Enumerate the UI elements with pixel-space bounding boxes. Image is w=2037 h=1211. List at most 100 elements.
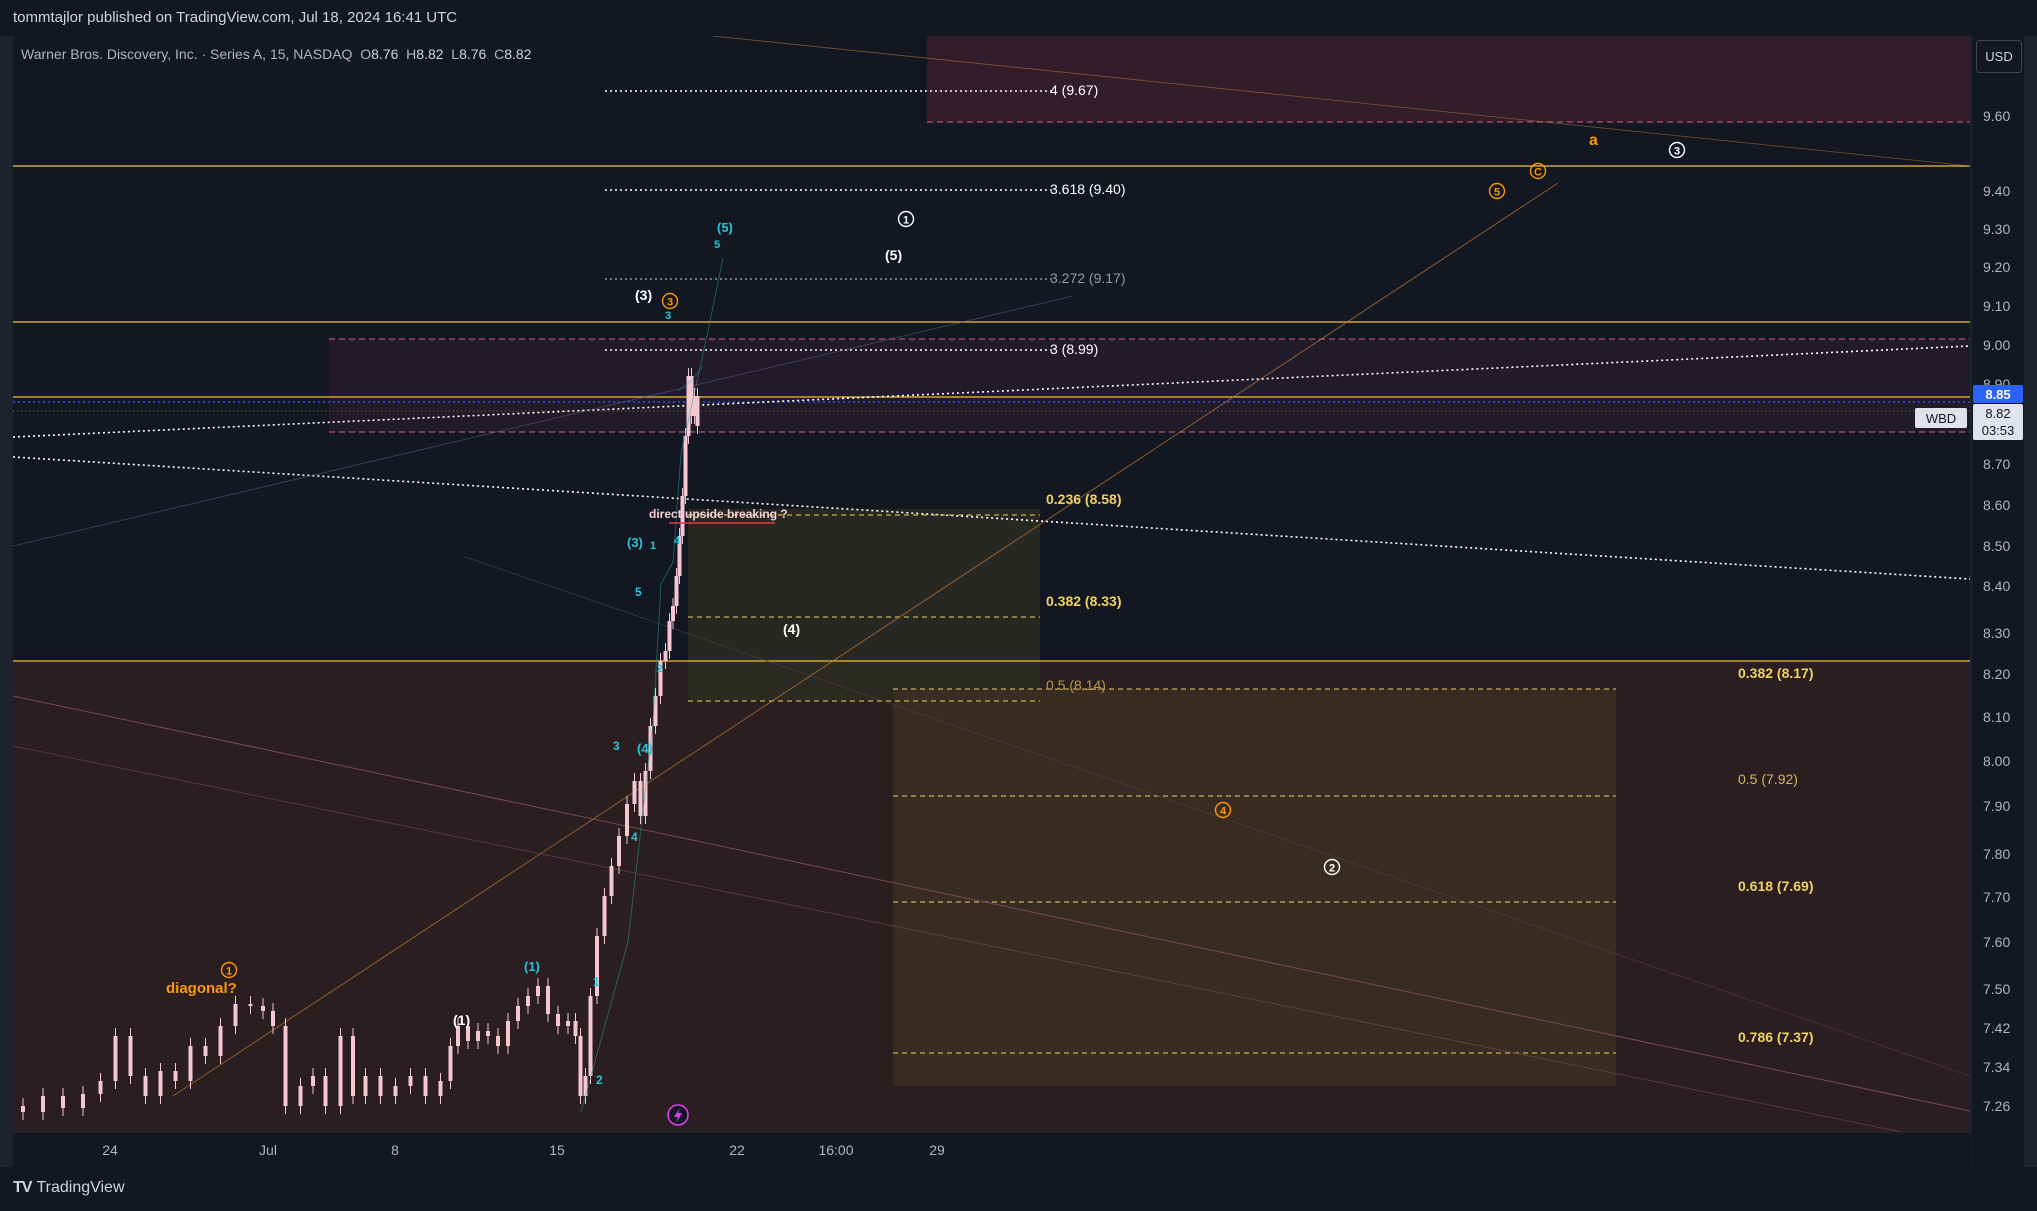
candle-body <box>143 1076 148 1096</box>
candle-body <box>546 986 550 1014</box>
symbol-name: Warner Bros. Discovery, Inc. · Series A,… <box>21 46 353 62</box>
price-tick: 8.60 <box>1983 497 2010 513</box>
candle-body <box>578 1036 583 1096</box>
candle-body <box>438 1081 443 1096</box>
candle-body <box>638 781 643 816</box>
wave-label-cyan-p4: (4) <box>637 741 653 756</box>
candle-body <box>81 1094 85 1108</box>
wave-label-orange-5: 5 <box>1494 187 1500 199</box>
candle-body <box>671 606 675 621</box>
wave-label-cyan-minor-4: 4 <box>674 535 681 547</box>
high-value: 8.82 <box>416 46 444 62</box>
wave-label-orange-4: 4 <box>1220 806 1227 818</box>
resistance-zone <box>329 339 1970 432</box>
candle-body <box>233 1004 238 1026</box>
price-tick: 9.10 <box>1983 298 2010 314</box>
candle-body <box>271 1011 275 1026</box>
published-by-text: tommtajlor published on TradingView.com,… <box>13 9 458 26</box>
candle-body <box>588 996 593 1076</box>
fib-ret-label: 0.618 (7.69) <box>1738 878 1814 894</box>
candle-body <box>466 1026 470 1041</box>
publish-header: tommtajlor published on TradingView.com,… <box>0 0 2037 36</box>
candle-body <box>98 1081 103 1094</box>
candle-body <box>21 1106 25 1112</box>
wave-label-white-p1: (1) <box>453 1012 470 1028</box>
time-tick: 15 <box>549 1142 565 1158</box>
fib-retracement-box-1 <box>688 509 1040 701</box>
wave-label-white-p5: (5) <box>885 247 902 263</box>
time-tick: 29 <box>929 1142 945 1158</box>
price-tick: 7.70 <box>1983 889 2010 905</box>
candle-body <box>351 1036 355 1096</box>
candle-body <box>496 1036 500 1046</box>
time-tick: 8 <box>391 1142 399 1158</box>
wave-label-white-2: 2 <box>1329 863 1335 875</box>
wave-label-white-p4: (4) <box>783 621 800 637</box>
price-tick: 9.40 <box>1983 183 2010 199</box>
price-tick: 7.90 <box>1983 798 2010 814</box>
time-axis <box>13 1132 1971 1167</box>
price-tick: 9.00 <box>1983 337 2010 353</box>
candle-body <box>617 836 621 866</box>
candle-body <box>456 1026 460 1046</box>
tradingview-logo[interactable]: TV TradingView <box>13 1179 125 1197</box>
wave-label-white-p3: (3) <box>635 287 652 303</box>
wave-label-cyan-3: 3 <box>613 739 620 753</box>
wave-label-cyan-minor-1: 1 <box>650 540 656 552</box>
price-tick: 7.34 <box>1983 1059 2010 1075</box>
bar-countdown: 03:53 <box>1982 423 2015 438</box>
candle-body <box>41 1096 45 1112</box>
candle-body <box>203 1046 208 1056</box>
diagonal-note: diagonal? <box>166 980 237 997</box>
candle-body <box>113 1036 118 1081</box>
fib-ret-label: 0.382 (8.33) <box>1046 593 1122 609</box>
candle-body <box>261 1006 265 1011</box>
symbol-tag: WBD <box>1926 411 1956 426</box>
wave-label-cyan-4: 4 <box>631 830 638 844</box>
fib-ret-label: 0.236 (8.58) <box>1046 491 1122 507</box>
symbol-legend: Warner Bros. Discovery, Inc. · Series A,… <box>21 46 532 62</box>
candle-body <box>128 1036 133 1076</box>
candle-body <box>323 1076 328 1106</box>
fib-ret-label: 0.382 (8.17) <box>1738 665 1814 681</box>
wave-label-orange-1: 1 <box>226 966 232 978</box>
fib-retracement-box-2 <box>893 689 1616 1086</box>
candle-body <box>158 1071 163 1096</box>
candle-body <box>311 1076 315 1086</box>
candle-body <box>61 1096 65 1108</box>
wave-label-orange-c: C <box>1534 167 1542 179</box>
price-axis <box>1971 36 2024 1167</box>
candle-body <box>378 1076 383 1096</box>
candle-body <box>486 1031 490 1036</box>
time-tick: 24 <box>102 1142 118 1158</box>
price-tick: 8.00 <box>1983 753 2010 769</box>
current-price-value: 8.82 <box>1985 406 2010 421</box>
candle-body <box>408 1076 413 1086</box>
wave-label-cyan-5: 5 <box>635 585 642 599</box>
candle-body <box>526 996 530 1006</box>
candle-body <box>423 1076 428 1096</box>
wave-label-cyan-p1: (1) <box>524 959 540 974</box>
candle-body <box>188 1046 193 1081</box>
candle-body <box>674 576 679 606</box>
high-label: H <box>406 46 417 62</box>
fib-ret-label: 0.5 (8.14) <box>1046 677 1106 693</box>
chart-frame[interactable]: 9.60 9.40 9.30 9.20 9.10 9.00 8.90 8.70 8.60 8.50… <box>13 36 2024 1167</box>
fib-ext-label: 3 (8.99) <box>1050 341 1098 357</box>
price-tick: 8.10 <box>1983 709 2010 725</box>
fib-ext-label: 4 (9.67) <box>1050 82 1098 98</box>
chart-plot[interactable]: 9.609.409.309.209.109.008.908.708.608.50… <box>13 36 2024 1167</box>
breakout-note: direct upside breaking ? <box>649 507 788 521</box>
wave-label-orange-a: a <box>1589 132 1598 149</box>
wave-label-cyan-minor-2: 2 <box>657 663 663 675</box>
supply-zone-top <box>927 36 1970 122</box>
price-tick: 8.20 <box>1983 666 2010 682</box>
candle-body <box>298 1086 303 1106</box>
currency-button[interactable]: USD <box>1976 40 2022 73</box>
candle-body <box>667 621 672 651</box>
candle-body <box>516 1006 520 1021</box>
price-tick: 7.60 <box>1983 934 2010 950</box>
price-tick: 8.40 <box>1983 578 2010 594</box>
candle-body <box>248 1004 253 1006</box>
candle-body <box>583 1076 588 1096</box>
